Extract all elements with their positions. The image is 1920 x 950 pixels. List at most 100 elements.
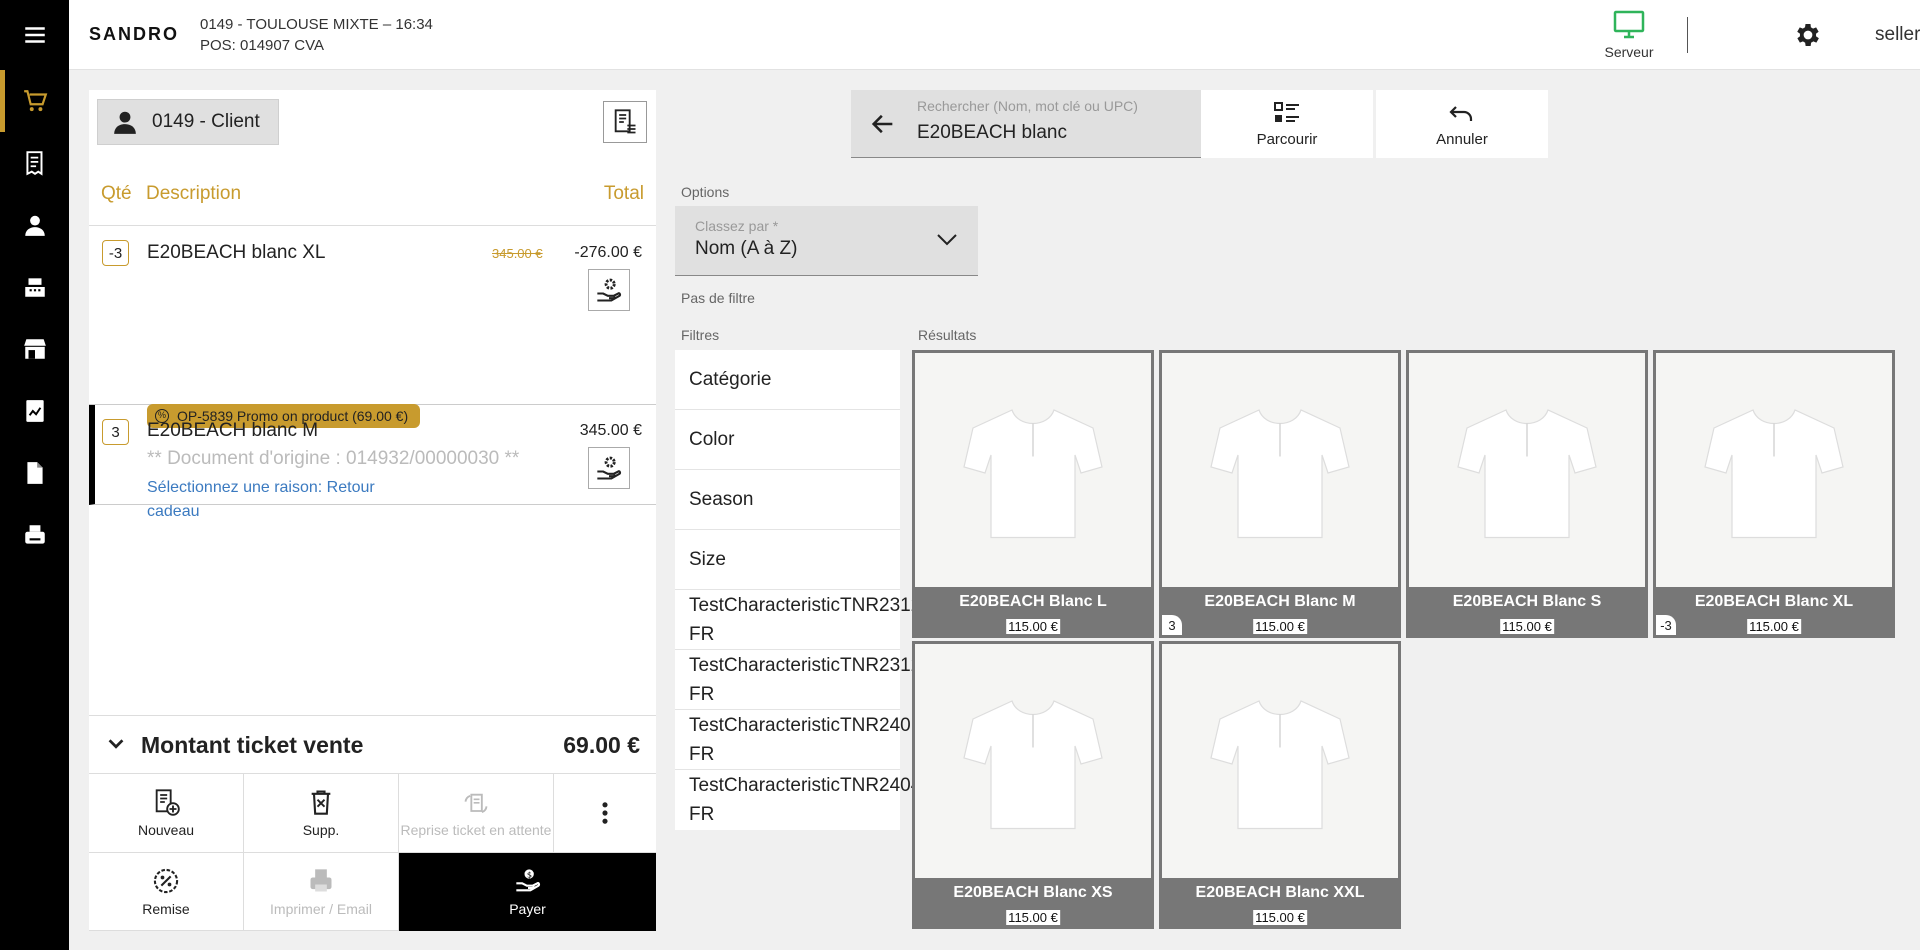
server-status[interactable]: Serveur xyxy=(1584,8,1674,60)
store-info: 0149 - TOULOUSE MIXTE – 16:34 POS: 01490… xyxy=(200,14,433,56)
arrow-left-icon[interactable] xyxy=(869,110,897,138)
product-tile[interactable]: E20BEACH Blanc L 115.00 € xyxy=(912,350,1154,638)
polo-shirt-icon xyxy=(1210,409,1350,539)
product-name: E20BEACH Blanc XXL xyxy=(1195,884,1365,901)
line-qty[interactable]: -3 xyxy=(102,240,129,266)
side-rail xyxy=(0,0,69,950)
polo-shirt-icon xyxy=(1704,409,1844,539)
line-action-button[interactable] xyxy=(588,269,630,311)
polo-shirt-icon xyxy=(963,700,1103,830)
product-tile[interactable]: E20BEACH Blanc M 115.00 € 3 xyxy=(1159,350,1401,638)
gear-icon[interactable] xyxy=(1793,20,1823,50)
search-input[interactable]: E20BEACH blanc xyxy=(917,122,1067,144)
filter-test-characteristic[interactable]: TestCharacteristicTNR231205 FR xyxy=(675,590,942,650)
cash-register-icon xyxy=(24,278,45,297)
pay-label: Payer xyxy=(509,901,546,917)
filter-season[interactable]: Season xyxy=(675,470,900,530)
divider xyxy=(1687,17,1688,53)
product-caption: E20BEACH Blanc S 115.00 € xyxy=(1409,587,1645,635)
total-label: Montant ticket vente xyxy=(141,732,364,758)
receipt-list-icon xyxy=(614,109,636,134)
filter-test-characteristic[interactable]: TestCharacteristicTNR231215 FR xyxy=(675,650,942,710)
client-button[interactable]: 0149 - Client xyxy=(97,99,279,145)
user-name[interactable]: seller0149 xyxy=(1875,24,1920,46)
action-grid: Nouveau Supp. Reprise ticket en attente … xyxy=(89,773,656,931)
monitor-icon xyxy=(1613,10,1645,39)
line-price: -276.00 € xyxy=(574,244,642,261)
cancel-label: Annuler xyxy=(1436,130,1488,148)
pay-button[interactable]: $ Payer xyxy=(399,853,656,931)
rail-item-store[interactable] xyxy=(0,318,69,380)
rail-item-printer[interactable] xyxy=(0,504,69,566)
new-ticket-label: Nouveau xyxy=(137,822,195,838)
browse-label: Parcourir xyxy=(1256,130,1318,148)
column-total: Total xyxy=(603,183,644,204)
resume-ticket-button[interactable]: Reprise ticket en attente xyxy=(399,774,554,853)
product-price: 115.00 € xyxy=(1500,619,1554,634)
delete-button[interactable]: Supp. xyxy=(244,774,399,853)
cart-line-selected[interactable]: 3 E20BEACH blanc M 345.00 € xyxy=(89,405,656,505)
rail-item-customers[interactable] xyxy=(0,194,69,256)
rail-item-cart[interactable] xyxy=(0,70,69,132)
cart-panel: 0149 - Client Qté Description Total -3 E… xyxy=(89,90,656,931)
list-icon xyxy=(1274,101,1299,122)
rail-item-reports[interactable] xyxy=(0,380,69,442)
browse-button[interactable]: Parcourir xyxy=(1201,90,1373,158)
product-image xyxy=(1162,353,1398,587)
product-image xyxy=(915,644,1151,878)
product-price: 115.00 € xyxy=(1006,619,1060,634)
product-name: E20BEACH Blanc XL xyxy=(1694,593,1854,610)
resume-receipt-icon xyxy=(464,793,488,813)
product-tile[interactable]: E20BEACH Blanc XS 115.00 € xyxy=(912,641,1154,929)
sort-select[interactable]: Classez par * Nom (A à Z) xyxy=(675,206,978,276)
ticket-total[interactable]: Montant ticket vente 69.00 € xyxy=(89,715,656,773)
printer-icon xyxy=(24,525,45,544)
cart-line[interactable]: -3 E20BEACH blanc XL 345.00 € -276.00 € … xyxy=(89,225,656,520)
document-icon xyxy=(26,462,43,484)
product-image xyxy=(915,353,1151,587)
discount-button[interactable]: Remise xyxy=(89,853,244,931)
no-filter-label: Pas de filtre xyxy=(681,290,755,306)
cart-qty-badge: 3 xyxy=(1162,615,1182,635)
filter-test-characteristic[interactable]: TestCharacteristicTNR240425 FR xyxy=(675,770,942,830)
line-qty[interactable]: 3 xyxy=(102,419,129,445)
polo-shirt-icon xyxy=(1210,700,1350,830)
client-label: 0149 - Client xyxy=(152,111,260,132)
resume-ticket-label: Reprise ticket en attente xyxy=(400,821,552,838)
polo-shirt-icon xyxy=(1457,409,1597,539)
new-ticket-button[interactable]: Nouveau xyxy=(89,774,244,853)
line-action-button[interactable] xyxy=(588,447,630,489)
product-tile[interactable]: E20BEACH Blanc XXL 115.00 € xyxy=(1159,641,1401,929)
rail-item-documents[interactable] xyxy=(0,442,69,504)
search-field[interactable]: Rechercher (Nom, mot clé ou UPC) E20BEAC… xyxy=(851,90,1201,158)
filter-test-characteristic[interactable]: TestCharacteristicTNR240112 FR xyxy=(675,710,941,770)
product-name: E20BEACH Blanc S xyxy=(1452,593,1602,610)
store-icon xyxy=(23,339,46,359)
brand-logo: SANDRO xyxy=(89,24,180,44)
product-price: 115.00 € xyxy=(1747,619,1801,634)
filter-color[interactable]: Color xyxy=(675,410,900,470)
total-value: 69.00 € xyxy=(563,732,640,758)
product-image xyxy=(1409,353,1645,587)
undo-icon xyxy=(1449,105,1473,121)
svg-text:$: $ xyxy=(526,870,531,880)
filter-size[interactable]: Size xyxy=(675,530,900,590)
options-title: Options xyxy=(681,184,730,200)
product-tile[interactable]: E20BEACH Blanc S 115.00 € xyxy=(1406,350,1648,638)
new-receipt-icon xyxy=(155,789,180,816)
menu-icon xyxy=(24,27,45,43)
chart-document-icon xyxy=(25,400,44,422)
product-price: 115.00 € xyxy=(1253,910,1307,925)
rail-item-cash-register[interactable] xyxy=(0,256,69,318)
menu-button[interactable] xyxy=(0,0,69,70)
rail-item-receipts[interactable] xyxy=(0,132,69,194)
sort-label: Classez par * xyxy=(695,218,779,234)
cancel-button[interactable]: Annuler xyxy=(1376,90,1548,158)
more-button[interactable] xyxy=(554,774,656,853)
product-tile[interactable]: E20BEACH Blanc XL 115.00 € -3 xyxy=(1653,350,1895,638)
product-caption: E20BEACH Blanc M 115.00 € 3 xyxy=(1162,587,1398,635)
receipt-list-button[interactable] xyxy=(603,101,647,143)
filter-category[interactable]: Catégorie xyxy=(675,350,900,410)
cart-qty-badge: -3 xyxy=(1656,615,1676,635)
print-email-button[interactable]: Imprimer / Email xyxy=(244,853,399,931)
